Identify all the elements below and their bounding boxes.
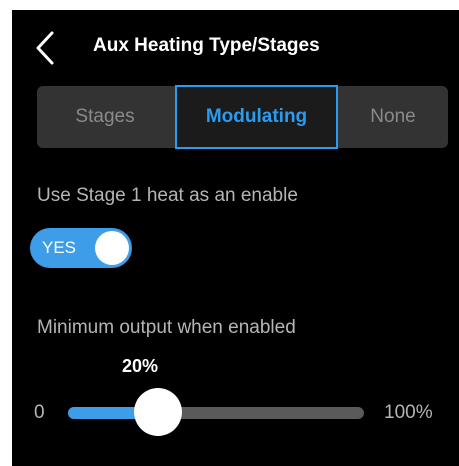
heating-type-segmented-control: Stages Modulating None xyxy=(37,85,448,149)
page-title: Aux Heating Type/Stages xyxy=(93,35,320,56)
slider-min-label: 0 xyxy=(34,402,45,423)
slider-max-label: 100% xyxy=(384,402,433,423)
chevron-left-icon xyxy=(36,31,54,65)
toggle-knob xyxy=(95,231,129,265)
segment-modulating[interactable]: Modulating xyxy=(175,85,338,149)
back-button[interactable] xyxy=(32,30,62,66)
enable-toggle[interactable]: YES xyxy=(30,228,132,268)
segment-none[interactable]: None xyxy=(338,86,448,148)
slider-thumb[interactable] xyxy=(133,388,182,436)
thermostat-screen: Aux Heating Type/Stages Stages Modulatin… xyxy=(12,10,459,466)
minimum-output-label: Minimum output when enabled xyxy=(37,317,296,338)
minimum-output-slider[interactable] xyxy=(68,407,364,419)
slider-value-label: 20% xyxy=(121,356,159,376)
enable-setting-label: Use Stage 1 heat as an enable xyxy=(37,185,298,206)
toggle-label: YES xyxy=(42,238,77,257)
segment-stages[interactable]: Stages xyxy=(37,86,173,148)
